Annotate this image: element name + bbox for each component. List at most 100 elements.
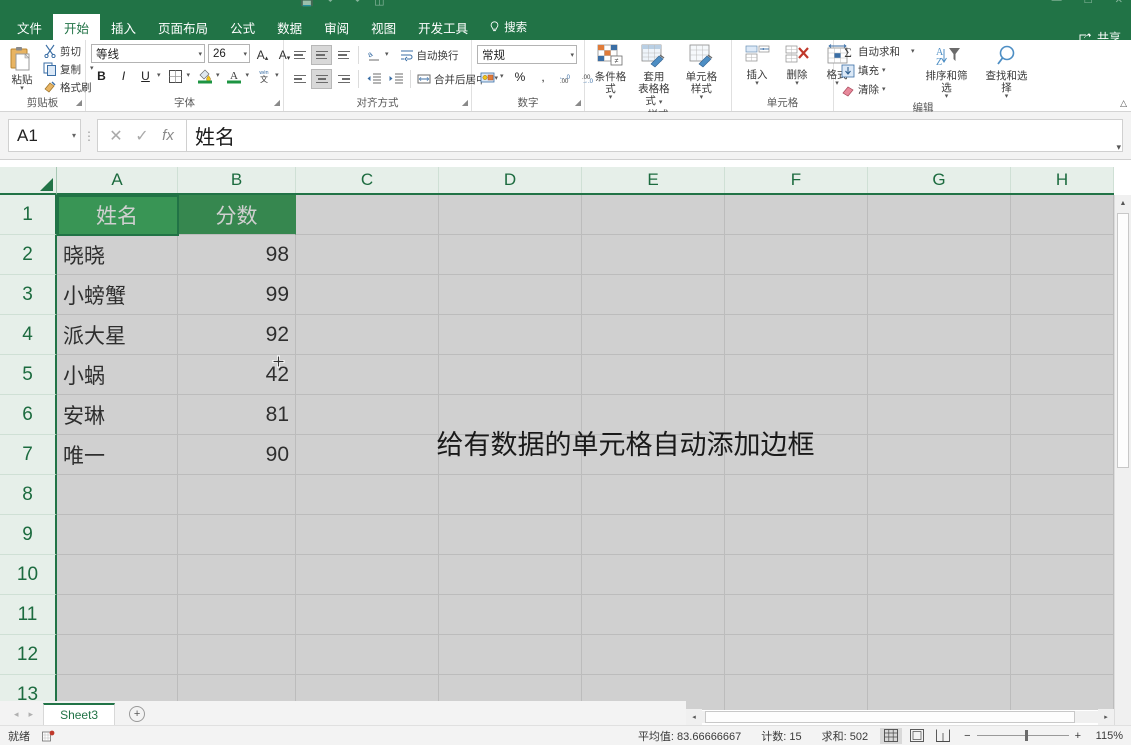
cell-E9[interactable]	[582, 515, 725, 555]
cell-H9[interactable]	[1011, 515, 1114, 555]
font-size-combo[interactable]: 26 ▾	[208, 44, 250, 63]
align-bottom-button[interactable]	[333, 45, 354, 65]
borders-button[interactable]	[165, 66, 186, 86]
cell-F12[interactable]	[725, 635, 868, 675]
tab-page-layout[interactable]: 页面布局	[147, 14, 219, 40]
scroll-right-icon[interactable]: ▸	[1098, 709, 1114, 725]
cell-H1[interactable]	[1011, 195, 1114, 235]
decrease-indent-button[interactable]	[363, 69, 384, 89]
tell-me-search[interactable]: 搜索	[479, 14, 537, 40]
insert-cells-button[interactable]: 插入 ▾	[737, 43, 777, 88]
cell-G4[interactable]	[868, 315, 1011, 355]
cell-D8[interactable]	[439, 475, 582, 515]
cell-E6[interactable]	[582, 395, 725, 435]
name-box-caret-icon[interactable]: ▾	[72, 131, 76, 140]
autosum-caret-icon[interactable]: ▾	[911, 49, 915, 55]
cell-E1[interactable]	[582, 195, 725, 235]
tab-insert[interactable]: 插入	[100, 14, 147, 40]
cell-E8[interactable]	[582, 475, 725, 515]
cell-A6[interactable]: 安琳	[57, 395, 178, 435]
cell-E7[interactable]	[582, 435, 725, 475]
cell-B7[interactable]: 90	[178, 435, 296, 475]
cell-H4[interactable]	[1011, 315, 1114, 355]
align-top-button[interactable]	[289, 45, 310, 65]
row-header-6[interactable]: 6	[0, 395, 57, 435]
increase-indent-button[interactable]	[385, 69, 406, 89]
percent-style-button[interactable]: %	[510, 67, 531, 87]
cell-H6[interactable]	[1011, 395, 1114, 435]
cell-G13[interactable]	[868, 675, 1011, 710]
phonetic-guide-button[interactable]: wén 文	[253, 66, 274, 86]
underline-caret-icon[interactable]: ▾	[157, 73, 164, 79]
cell-B11[interactable]	[178, 595, 296, 635]
cell-A1[interactable]: 姓名	[57, 195, 178, 235]
cell-F2[interactable]	[725, 235, 868, 275]
cell-G8[interactable]	[868, 475, 1011, 515]
cell-F5[interactable]	[725, 355, 868, 395]
delete-cells-caret-icon[interactable]: ▾	[795, 81, 799, 87]
fill-color-button[interactable]	[194, 66, 215, 86]
cell-H10[interactable]	[1011, 555, 1114, 595]
cell-D6[interactable]	[439, 395, 582, 435]
cell-G5[interactable]	[868, 355, 1011, 395]
conditional-formatting-caret-icon[interactable]: ▾	[609, 95, 613, 101]
cell-B8[interactable]	[178, 475, 296, 515]
cell-B5[interactable]: 42	[178, 355, 296, 395]
cancel-formula-button[interactable]: ✕	[104, 126, 128, 146]
cell-F6[interactable]	[725, 395, 868, 435]
enter-formula-button[interactable]: ✓	[130, 126, 154, 146]
column-header-e[interactable]: E	[582, 167, 725, 193]
align-right-button[interactable]	[333, 69, 354, 89]
cell-H3[interactable]	[1011, 275, 1114, 315]
name-box[interactable]: A1 ▾	[8, 119, 81, 152]
align-center-button[interactable]	[311, 69, 332, 89]
sheet-next-icon[interactable]: ▸	[29, 709, 34, 720]
expand-formula-bar-icon[interactable]: ▾	[1116, 142, 1121, 153]
number-format-caret-icon[interactable]: ▾	[567, 51, 574, 59]
column-header-d[interactable]: D	[439, 167, 582, 193]
tab-review[interactable]: 审阅	[313, 14, 360, 40]
undo-icon[interactable]: ↶	[328, 0, 337, 7]
cell-G9[interactable]	[868, 515, 1011, 555]
clear-caret-icon[interactable]: ▾	[882, 87, 886, 93]
find-select-caret-icon[interactable]: ▾	[1005, 94, 1009, 100]
cell-H5[interactable]	[1011, 355, 1114, 395]
zoom-level[interactable]: 115%	[1087, 730, 1123, 742]
sheet-prev-icon[interactable]: ◂	[14, 709, 19, 720]
row-header-4[interactable]: 4	[0, 315, 57, 355]
cell-F13[interactable]	[725, 675, 868, 710]
cell-C7[interactable]	[296, 435, 439, 475]
normal-view-button[interactable]	[880, 728, 902, 744]
clipboard-dialog-launcher[interactable]: ◢	[76, 95, 82, 110]
cell-G3[interactable]	[868, 275, 1011, 315]
paste-button[interactable]: 粘贴 ▾	[5, 45, 39, 93]
restore-icon[interactable]: ☐	[1084, 0, 1093, 6]
insert-function-button[interactable]: fx	[156, 127, 180, 144]
scroll-up-icon[interactable]: ▲	[1115, 195, 1131, 212]
clear-button[interactable]: 清除 ▾	[839, 81, 917, 98]
number-format-combo[interactable]: 常规 ▾	[477, 45, 577, 64]
row-header-11[interactable]: 11	[0, 595, 57, 635]
grow-font-button[interactable]: A▴	[253, 44, 272, 63]
cell-C1[interactable]	[296, 195, 439, 235]
wrap-text-button[interactable]: 自动换行	[398, 47, 461, 64]
row-header-5[interactable]: 5	[0, 355, 57, 395]
cell-G10[interactable]	[868, 555, 1011, 595]
cell-B12[interactable]	[178, 635, 296, 675]
redo-icon[interactable]: ↷	[351, 0, 360, 7]
cell-G2[interactable]	[868, 235, 1011, 275]
cell-F11[interactable]	[725, 595, 868, 635]
cell-A5[interactable]: 小蜗	[57, 355, 178, 395]
column-header-a[interactable]: A	[57, 167, 178, 193]
cell-E3[interactable]	[582, 275, 725, 315]
cell-E12[interactable]	[582, 635, 725, 675]
column-header-f[interactable]: F	[725, 167, 868, 193]
cell-E2[interactable]	[582, 235, 725, 275]
add-sheet-button[interactable]: +	[129, 706, 145, 722]
orientation-caret-icon[interactable]: ▾	[385, 52, 397, 58]
autosum-button[interactable]: Σ 自动求和 ▾	[839, 43, 917, 60]
cell-G1[interactable]	[868, 195, 1011, 235]
sheet-tab-sheet3[interactable]: Sheet3	[43, 703, 115, 725]
cell-C10[interactable]	[296, 555, 439, 595]
font-name-caret-icon[interactable]: ▾	[195, 50, 202, 58]
